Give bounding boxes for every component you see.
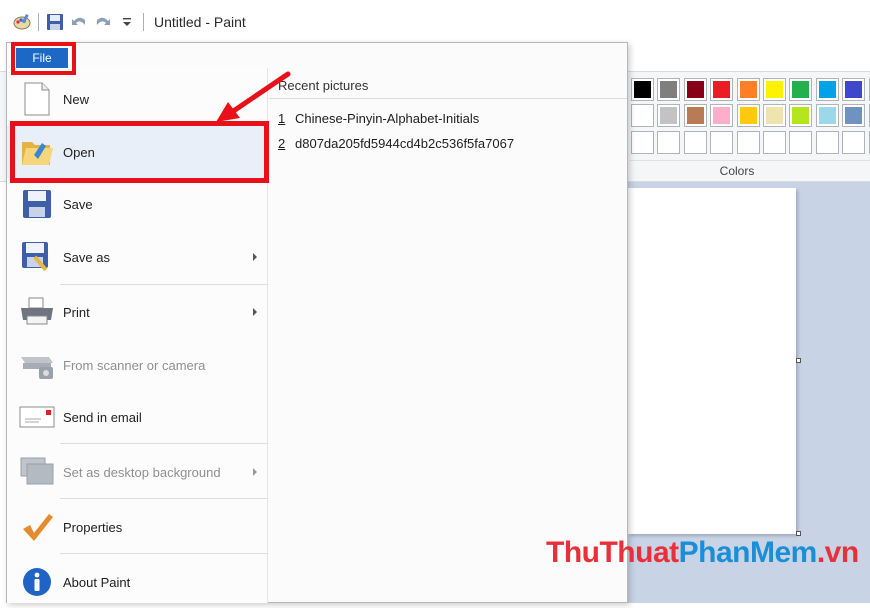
- color-swatch[interactable]: [763, 78, 786, 101]
- customize-dropdown-icon[interactable]: [117, 12, 137, 32]
- info-icon: [17, 562, 57, 602]
- menu-item-label: Send in email: [63, 409, 142, 425]
- menu-item-save[interactable]: Save: [7, 178, 268, 230]
- undo-icon[interactable]: [69, 12, 89, 32]
- color-swatch[interactable]: [710, 78, 733, 101]
- color-swatch[interactable]: [657, 131, 680, 154]
- color-swatch[interactable]: [631, 104, 654, 127]
- window-title: Untitled - Paint: [154, 14, 246, 30]
- title-bar: Untitled - Paint: [0, 0, 870, 44]
- qat-separator: [143, 13, 144, 31]
- color-swatch[interactable]: [684, 78, 707, 101]
- menu-separator: [60, 498, 268, 499]
- color-swatch[interactable]: [710, 104, 733, 127]
- submenu-arrow-icon: [253, 308, 257, 316]
- save-icon[interactable]: [45, 12, 65, 32]
- recent-picture-item[interactable]: 2 d807da205fd5944cd4b2c536f5fa7067: [278, 136, 514, 151]
- recent-item-name: d807da205fd5944cd4b2c536f5fa7067: [295, 136, 515, 151]
- color-swatch[interactable]: [657, 104, 680, 127]
- desktop-background-icon: [17, 452, 57, 492]
- ribbon-group-divider: [630, 160, 870, 161]
- color-swatch[interactable]: [737, 104, 760, 127]
- paint-app-icon[interactable]: [12, 12, 32, 32]
- menu-item-label: Save: [63, 196, 93, 212]
- submenu-arrow-icon: [253, 468, 257, 476]
- color-swatch[interactable]: [816, 78, 839, 101]
- menu-item-label: About Paint: [63, 574, 131, 590]
- color-swatch[interactable]: [631, 131, 654, 154]
- menu-separator: [60, 443, 268, 444]
- menu-item-from-scanner[interactable]: From scanner or camera: [7, 339, 268, 391]
- menu-separator: [60, 284, 268, 285]
- email-icon: [17, 397, 57, 437]
- color-swatch[interactable]: [710, 131, 733, 154]
- color-swatch[interactable]: [789, 78, 812, 101]
- color-swatch[interactable]: [737, 131, 760, 154]
- menu-separator: [60, 553, 268, 554]
- save-icon: [17, 184, 57, 224]
- menu-item-send-email[interactable]: Send in email: [7, 391, 268, 443]
- open-item-highlight: [10, 121, 269, 183]
- menu-item-label: From scanner or camera: [63, 357, 206, 373]
- color-swatch[interactable]: [816, 104, 839, 127]
- drawing-canvas[interactable]: [628, 188, 796, 534]
- canvas-resize-handle-right[interactable]: [796, 358, 801, 363]
- menu-item-label: Save as: [63, 249, 110, 265]
- recent-item-number: 2: [278, 136, 286, 151]
- menu-item-about-paint[interactable]: About Paint: [7, 556, 268, 608]
- menu-item-label: Properties: [63, 519, 123, 535]
- recent-item-name: Chinese-Pinyin-Alphabet-Initials: [295, 111, 480, 126]
- menu-item-save-as[interactable]: Save as: [7, 231, 268, 283]
- color-swatch[interactable]: [737, 78, 760, 101]
- printer-icon: [17, 292, 57, 332]
- menu-item-set-desktop-background[interactable]: Set as desktop background: [7, 446, 268, 498]
- color-swatch[interactable]: [842, 78, 865, 101]
- color-swatch[interactable]: [842, 131, 865, 154]
- color-swatch[interactable]: [816, 131, 839, 154]
- file-button-highlight: [11, 42, 76, 75]
- color-swatch[interactable]: [684, 131, 707, 154]
- color-swatch[interactable]: [631, 78, 654, 101]
- colors-group-label: Colors: [719, 164, 755, 178]
- menu-item-properties[interactable]: Properties: [7, 501, 268, 553]
- annotation-arrow-icon: [216, 71, 291, 122]
- redo-icon[interactable]: [93, 12, 113, 32]
- color-swatch[interactable]: [657, 78, 680, 101]
- color-swatch[interactable]: [789, 104, 812, 127]
- recent-picture-item[interactable]: 1 Chinese-Pinyin-Alphabet-Initials: [278, 111, 479, 126]
- new-document-icon: [17, 79, 57, 119]
- color-swatch[interactable]: [763, 104, 786, 127]
- color-swatch[interactable]: [789, 131, 812, 154]
- menu-item-label: Print: [63, 304, 90, 320]
- submenu-arrow-icon: [253, 253, 257, 261]
- menu-item-label: New: [63, 91, 90, 107]
- color-swatch[interactable]: [842, 104, 865, 127]
- color-swatch[interactable]: [684, 104, 707, 127]
- qat-separator: [38, 13, 39, 31]
- menu-item-label: Set as desktop background: [63, 464, 221, 480]
- menu-item-print[interactable]: Print: [7, 286, 268, 338]
- watermark: ThuThuatPhanMem.vn: [546, 536, 859, 569]
- save-as-icon: [17, 237, 57, 277]
- checkmark-icon: [17, 507, 57, 547]
- scanner-icon: [17, 345, 57, 385]
- color-swatch[interactable]: [763, 131, 786, 154]
